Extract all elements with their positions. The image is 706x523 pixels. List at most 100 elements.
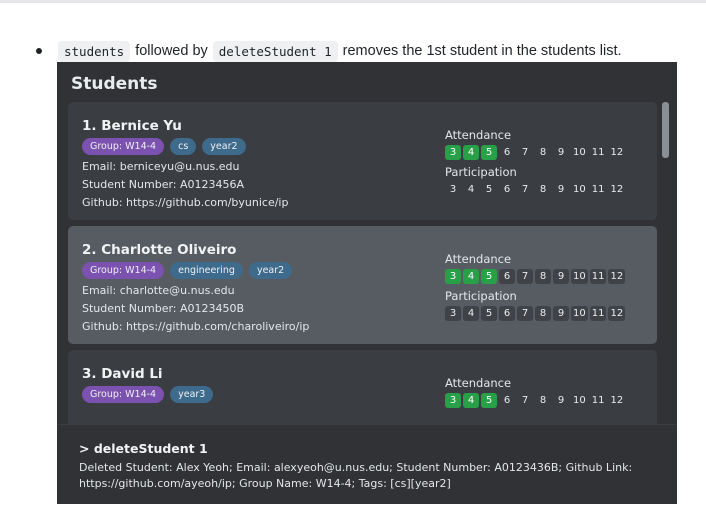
tag: year2 [202, 138, 246, 155]
doc-text-removes: removes the 1st student in the students … [342, 43, 622, 59]
tag-list: Group: W14-4 year3 [82, 386, 214, 403]
group-tag: Group: W14-4 [82, 262, 165, 279]
participation-week-12: 12 [608, 306, 626, 321]
participation-label: Participation [445, 289, 517, 303]
attendance-week-5-present: 5 [481, 269, 497, 284]
attendance-week-12: 12 [610, 147, 624, 158]
tag: engineering [170, 262, 243, 279]
attendance-label: Attendance [445, 376, 512, 390]
participation-week-6: 6 [503, 184, 511, 195]
attendance-week-3-present: 3 [445, 145, 461, 160]
participation-week-10: 10 [571, 306, 588, 321]
attendance-weeks: 3 4 5 6 7 8 9 10 11 12 [445, 269, 626, 284]
attendance-week-9: 9 [557, 395, 565, 406]
participation-weeks: 3 4 5 6 7 8 9 10 11 12 [445, 306, 626, 321]
group-tag: Group: W14-4 [82, 386, 165, 403]
student-card[interactable]: 1. Bernice Yu Group: W14-4 cs year2 Emai… [68, 102, 657, 220]
student-email: Email: berniceyu@u.nus.edu [82, 160, 240, 173]
attendance-week-9: 9 [553, 269, 569, 284]
inline-code-delete-student: deleteStudent 1 [212, 40, 338, 62]
student-card-selected[interactable]: 2. Charlotte Oliveiro Group: W14-4 engin… [68, 226, 657, 344]
attendance-week-10: 10 [573, 395, 586, 406]
participation-week-3: 3 [445, 306, 461, 321]
tag: cs [170, 138, 197, 155]
attendance-week-8: 8 [539, 147, 547, 158]
attendance-week-6: 6 [503, 395, 511, 406]
inline-code-students: students [58, 40, 131, 62]
command-result-panel: > deleteStudent 1 Deleted Student: Alex … [57, 424, 677, 504]
student-github: Github: https://github.com/charoliveiro/… [82, 320, 310, 333]
participation-week-9: 9 [557, 184, 565, 195]
attendance-week-5-present: 5 [481, 145, 497, 160]
attendance-week-11: 11 [591, 147, 605, 158]
participation-week-11: 11 [589, 306, 607, 321]
attendance-week-8: 8 [535, 269, 551, 284]
page-top-border [0, 0, 706, 3]
participation-block: Participation 3 4 5 6 7 8 9 10 11 12 [445, 165, 625, 197]
participation-week-12: 12 [610, 184, 624, 195]
list-scrollbar[interactable] [662, 102, 669, 158]
participation-label: Participation [445, 165, 517, 179]
student-name: 1. Bernice Yu [82, 118, 182, 134]
attendance-weeks: 3 4 5 6 7 8 9 10 11 12 [445, 393, 625, 408]
attendance-week-12: 12 [610, 395, 624, 406]
attendance-week-7: 7 [517, 269, 533, 284]
attendance-week-7: 7 [521, 147, 529, 158]
attendance-week-8: 8 [539, 395, 547, 406]
attendance-week-10: 10 [573, 147, 586, 158]
attendance-week-5-present: 5 [481, 393, 497, 408]
participation-week-7: 7 [517, 306, 533, 321]
attendance-week-4-present: 4 [463, 145, 479, 160]
bullet-dot [36, 48, 42, 54]
attendance-week-11: 11 [589, 269, 607, 284]
participation-week-11: 11 [591, 184, 605, 195]
participation-week-4: 4 [467, 184, 475, 195]
attendance-week-4-present: 4 [463, 269, 479, 284]
attendance-week-11: 11 [591, 395, 605, 406]
student-name: 3. David Li [82, 366, 163, 382]
attendance-week-6: 6 [499, 269, 515, 284]
student-list[interactable]: 1. Bernice Yu Group: W14-4 cs year2 Emai… [57, 102, 677, 472]
attendance-block: Attendance 3 4 5 6 7 8 9 10 11 12 [445, 376, 625, 408]
participation-week-6: 6 [499, 306, 515, 321]
student-github: Github: https://github.com/byunice/ip [82, 196, 289, 209]
participation-week-4: 4 [463, 306, 479, 321]
students-panel-title: Students [71, 74, 158, 94]
participation-weeks: 3 4 5 6 7 8 9 10 11 12 [445, 182, 625, 197]
attendance-week-7: 7 [521, 395, 529, 406]
attendance-week-3-present: 3 [445, 393, 461, 408]
participation-week-8: 8 [539, 184, 547, 195]
attendance-weeks: 3 4 5 6 7 8 9 10 11 12 [445, 145, 625, 160]
tag: year3 [170, 386, 214, 403]
doc-text-followed-by: followed by [135, 43, 208, 59]
participation-week-9: 9 [553, 306, 569, 321]
participation-week-8: 8 [535, 306, 551, 321]
participation-week-7: 7 [521, 184, 529, 195]
attendance-label: Attendance [445, 128, 512, 142]
attendance-week-10: 10 [571, 269, 588, 284]
attendance-week-6: 6 [503, 147, 511, 158]
participation-week-10: 10 [573, 184, 586, 195]
student-number: Student Number: A0123450B [82, 302, 245, 315]
attendance-block: Attendance 3 4 5 6 7 8 9 10 11 12 [445, 128, 625, 160]
attendance-label: Attendance [445, 252, 512, 266]
tag-list: Group: W14-4 cs year2 [82, 138, 246, 155]
participation-week-3: 3 [449, 184, 457, 195]
student-email: Email: charlotte@u.nus.edu [82, 284, 235, 297]
participation-block: Participation 3 4 5 6 7 8 9 10 11 12 [445, 289, 626, 321]
student-name: 2. Charlotte Oliveiro [82, 242, 237, 258]
tag: year2 [248, 262, 293, 279]
participation-week-5: 5 [481, 306, 497, 321]
attendance-week-12: 12 [608, 269, 626, 284]
attendance-week-9: 9 [557, 147, 565, 158]
participation-week-5: 5 [485, 184, 493, 195]
tag-list: Group: W14-4 engineering year2 [82, 262, 293, 279]
executed-command: > deleteStudent 1 [79, 441, 208, 456]
result-message: Deleted Student: Alex Yeoh; Email: alexy… [79, 461, 633, 490]
attendance-week-4-present: 4 [463, 393, 479, 408]
attendance-week-3-present: 3 [445, 269, 461, 284]
attendance-block: Attendance 3 4 5 6 7 8 9 10 11 12 [445, 252, 626, 284]
student-number: Student Number: A0123456A [82, 178, 245, 191]
doc-bullet-item: students followed by deleteStudent 1 rem… [36, 40, 627, 62]
group-tag: Group: W14-4 [82, 138, 165, 155]
